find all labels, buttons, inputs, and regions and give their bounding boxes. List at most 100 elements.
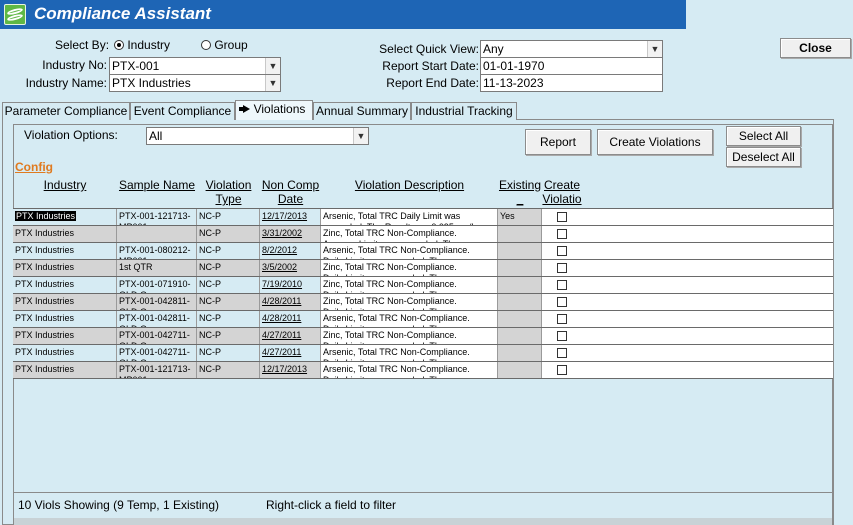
- cell-industry[interactable]: PTX Industries: [13, 243, 117, 259]
- table-row[interactable]: PTX Industries NC-P 3/31/2002 Zinc, Total T…: [13, 226, 833, 243]
- cell-violation-type[interactable]: NC-P: [197, 328, 260, 344]
- cell-sample-name[interactable]: [117, 226, 197, 242]
- cell-non-comp-date[interactable]: 12/17/2013: [260, 362, 321, 378]
- cell-industry[interactable]: PTX Industries: [13, 260, 117, 276]
- cell-violation-type[interactable]: NC-P: [197, 243, 260, 259]
- radio-group[interactable]: Group: [201, 38, 248, 52]
- report-button[interactable]: Report: [525, 129, 591, 155]
- create-violation-checkbox[interactable]: [557, 263, 567, 273]
- radio-industry[interactable]: Industry: [114, 38, 170, 52]
- chevron-down-icon[interactable]: ▼: [265, 75, 280, 91]
- cell-industry[interactable]: PTX Industries: [13, 209, 117, 225]
- table-row[interactable]: PTX Industries 1st QTR NC-P 3/5/2002 Zinc, T…: [13, 260, 833, 277]
- config-link[interactable]: Config: [15, 160, 53, 174]
- create-violations-button[interactable]: Create Violations: [597, 129, 713, 155]
- col-header-violation-description[interactable]: Violation Description: [321, 178, 498, 192]
- cell-industry[interactable]: PTX Industries: [13, 294, 117, 310]
- cell-non-comp-date[interactable]: 4/27/2011: [260, 328, 321, 344]
- cell-non-comp-date[interactable]: 8/2/2012: [260, 243, 321, 259]
- deselect-all-button[interactable]: Deselect All: [726, 147, 801, 167]
- cell-violation-type[interactable]: NC-P: [197, 277, 260, 293]
- table-row[interactable]: PTX IndustriesPTX-001-042711-OLD OneNC-P…: [13, 345, 833, 362]
- create-violation-checkbox[interactable]: [557, 365, 567, 375]
- cell-non-comp-date[interactable]: 4/28/2011: [260, 311, 321, 327]
- cell-violation-type[interactable]: NC-P: [197, 362, 260, 378]
- col-header-existing[interactable]: Existing _: [497, 178, 543, 206]
- cell-violation-description[interactable]: Zinc, Total TRC Non-Compliance.Daily Lim…: [321, 294, 498, 310]
- chevron-down-icon[interactable]: ▼: [265, 58, 280, 74]
- quick-view-combo[interactable]: Any ▼: [480, 40, 663, 58]
- radio-group-indicator[interactable]: [201, 40, 211, 50]
- create-violation-checkbox[interactable]: [557, 246, 567, 256]
- cell-violation-description[interactable]: Zinc, Total TRC Non-Compliance.Average L…: [321, 226, 498, 242]
- close-button[interactable]: Close: [780, 38, 851, 58]
- create-violation-checkbox[interactable]: [557, 348, 567, 358]
- cell-violation-type[interactable]: NC-P: [197, 294, 260, 310]
- create-violation-checkbox[interactable]: [557, 331, 567, 341]
- table-row[interactable]: PTX IndustriesPTX-001-042711-OLD OneNC-P…: [13, 328, 833, 345]
- cell-non-comp-date[interactable]: 12/17/2013: [260, 209, 321, 225]
- tab-industrial-tracking[interactable]: Industrial Tracking: [411, 102, 517, 120]
- tab-event-compliance[interactable]: Event Compliance: [130, 102, 235, 120]
- create-violation-checkbox[interactable]: [557, 212, 567, 222]
- create-violation-checkbox[interactable]: [557, 297, 567, 307]
- cell-sample-name[interactable]: PTX-001-042811-OLD One: [117, 294, 197, 310]
- report-end-field[interactable]: 11-13-2023: [480, 74, 663, 92]
- cell-violation-type[interactable]: NC-P: [197, 311, 260, 327]
- cell-violation-description[interactable]: Arsenic, Total TRC Daily Limit wasexceed…: [321, 209, 498, 225]
- select-all-button[interactable]: Select All: [726, 126, 801, 146]
- cell-non-comp-date[interactable]: 7/19/2010: [260, 277, 321, 293]
- table-row[interactable]: PTX IndustriesPTX-001-121713-MP001NC-P12…: [13, 362, 833, 379]
- radio-industry-indicator[interactable]: [114, 40, 124, 50]
- cell-sample-name[interactable]: 1st QTR: [117, 260, 197, 276]
- cell-industry[interactable]: PTX Industries: [13, 311, 117, 327]
- cell-sample-name[interactable]: PTX-001-121713-MP001: [117, 209, 197, 225]
- cell-non-comp-date[interactable]: 4/28/2011: [260, 294, 321, 310]
- cell-violation-description[interactable]: Arsenic, Total TRC Non-Compliance.Daily …: [321, 243, 498, 259]
- industry-name-combo[interactable]: PTX Industries ▼: [109, 74, 281, 92]
- horizontal-scrollbar[interactable]: [14, 518, 832, 525]
- col-header-violation-type[interactable]: Violation Type: [197, 178, 260, 206]
- chevron-down-icon[interactable]: ▼: [353, 128, 368, 144]
- chevron-down-icon[interactable]: ▼: [647, 41, 662, 57]
- cell-sample-name[interactable]: PTX-001-042711-OLD One: [117, 328, 197, 344]
- cell-violation-type[interactable]: NC-P: [197, 345, 260, 361]
- cell-violation-description[interactable]: Zinc, Total TRC Non-Compliance.Daily Lim…: [321, 260, 498, 276]
- cell-violation-description[interactable]: Arsenic, Total TRC Non-Compliance.Daily …: [321, 345, 498, 361]
- tab-annual-summary[interactable]: Annual Summary: [313, 102, 411, 120]
- col-header-non-comp-date[interactable]: Non Comp Date: [260, 178, 321, 206]
- cell-sample-name[interactable]: PTX-001-080212-MP001: [117, 243, 197, 259]
- cell-industry[interactable]: PTX Industries: [13, 328, 117, 344]
- table-row[interactable]: PTX IndustriesPTX-001-042811-OLD OneNC-P…: [13, 294, 833, 311]
- col-header-create-violation[interactable]: Create Violatio: [540, 178, 584, 206]
- violation-options-combo[interactable]: All ▼: [146, 127, 369, 145]
- col-header-industry[interactable]: Industry: [13, 178, 117, 192]
- cell-violation-description[interactable]: Arsenic, Total TRC Non-Compliance.Daily …: [321, 311, 498, 327]
- table-row[interactable]: PTX IndustriesPTX-001-071910-OLD OneNC-P…: [13, 277, 833, 294]
- cell-industry[interactable]: PTX Industries: [13, 345, 117, 361]
- create-violation-checkbox[interactable]: [557, 229, 567, 239]
- cell-sample-name[interactable]: PTX-001-121713-MP001: [117, 362, 197, 378]
- cell-sample-name[interactable]: PTX-001-042811-OLD One: [117, 311, 197, 327]
- industry-no-combo[interactable]: PTX-001 ▼: [109, 57, 281, 75]
- cell-industry[interactable]: PTX Industries: [13, 226, 117, 242]
- cell-violation-description[interactable]: Zinc, Total TRC Non-Compliance.Daily Lim…: [321, 277, 498, 293]
- table-row[interactable]: PTX IndustriesPTX-001-121713-MP001NC-P12…: [13, 209, 833, 226]
- create-violation-checkbox[interactable]: [557, 314, 567, 324]
- tab-violations[interactable]: Violations: [235, 100, 313, 120]
- tab-parameter-compliance[interactable]: Parameter Compliance: [2, 102, 130, 120]
- cell-industry[interactable]: PTX Industries: [13, 277, 117, 293]
- cell-industry[interactable]: PTX Industries: [13, 362, 117, 378]
- table-row[interactable]: PTX IndustriesPTX-001-080212-MP001NC-P8/…: [13, 243, 833, 260]
- cell-violation-description[interactable]: Arsenic, Total TRC Non-Compliance.Daily …: [321, 362, 498, 378]
- cell-violation-description[interactable]: Zinc, Total TRC Non-Compliance.Daily Lim…: [321, 328, 498, 344]
- col-header-sample-name[interactable]: Sample Name: [117, 178, 197, 192]
- cell-violation-type[interactable]: NC-P: [197, 260, 260, 276]
- cell-non-comp-date[interactable]: 4/27/2011: [260, 345, 321, 361]
- report-start-field[interactable]: 01-01-1970: [480, 57, 663, 75]
- cell-sample-name[interactable]: PTX-001-042711-OLD One: [117, 345, 197, 361]
- table-row[interactable]: PTX IndustriesPTX-001-042811-OLD OneNC-P…: [13, 311, 833, 328]
- cell-non-comp-date[interactable]: 3/31/2002: [260, 226, 321, 242]
- cell-sample-name[interactable]: PTX-001-071910-OLD One: [117, 277, 197, 293]
- cell-violation-type[interactable]: NC-P: [197, 209, 260, 225]
